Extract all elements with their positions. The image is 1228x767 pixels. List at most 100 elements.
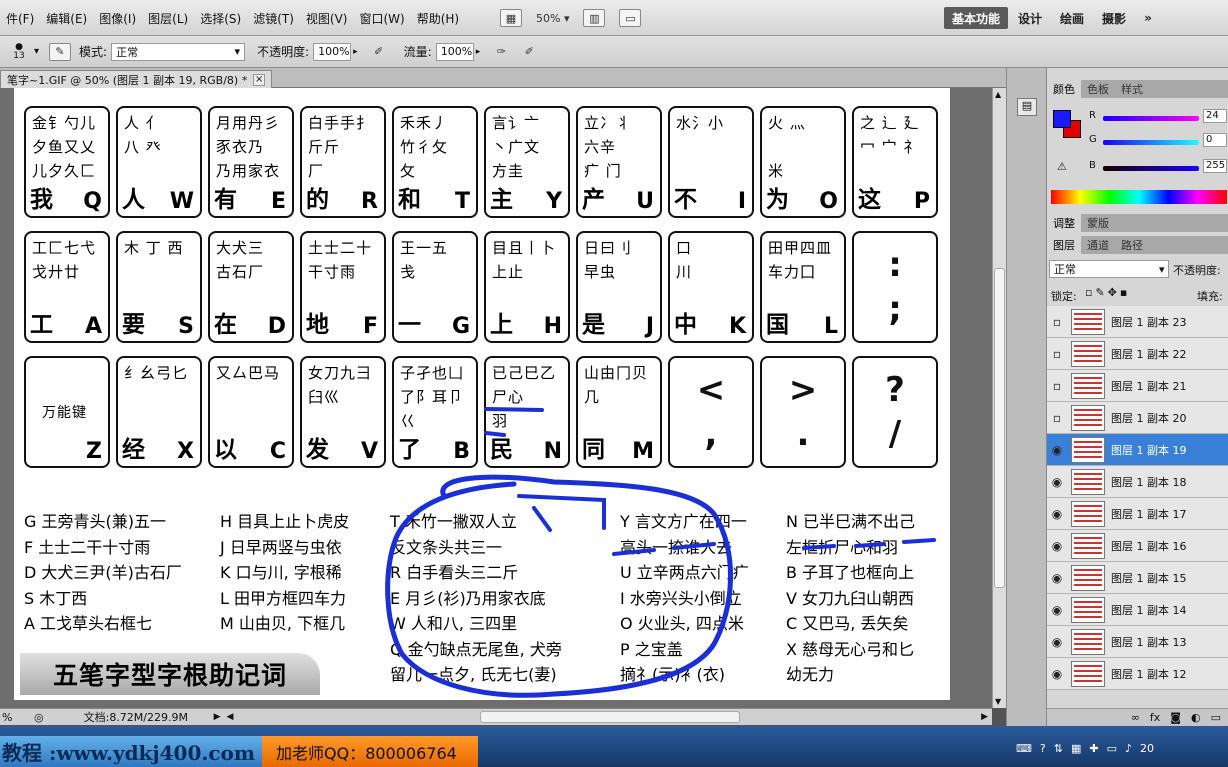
- workspace-more-button[interactable]: »: [1136, 7, 1160, 29]
- layer-row[interactable]: ▫ 图层 1 副本 23: [1047, 306, 1228, 338]
- gamut-warning-icon[interactable]: ⚠: [1057, 160, 1067, 173]
- close-icon[interactable]: ×: [253, 73, 266, 86]
- layer-row[interactable]: ▫ 图层 1 副本 22: [1047, 338, 1228, 370]
- g-input[interactable]: 0: [1203, 133, 1227, 147]
- lock-icons[interactable]: ▫✎✥▪: [1085, 286, 1130, 299]
- scroll-left-icon[interactable]: ◀: [227, 712, 234, 722]
- status-icon[interactable]: ◎: [34, 711, 44, 724]
- visibility-eye-icon[interactable]: ▫: [1047, 347, 1067, 361]
- tab-color[interactable]: 颜色: [1047, 80, 1081, 98]
- tab-masks[interactable]: 蒙版: [1081, 214, 1115, 232]
- tab-layers[interactable]: 图层: [1047, 236, 1081, 254]
- network-icon[interactable]: ⇅: [1054, 742, 1063, 755]
- workspace-essentials[interactable]: 基本功能: [944, 7, 1009, 29]
- vertical-scrollbar[interactable]: ▲ ▼: [992, 88, 1006, 708]
- menu-help[interactable]: 帮助(H): [411, 10, 465, 27]
- app-icon[interactable]: ▦: [1071, 742, 1081, 755]
- visibility-eye-icon[interactable]: ◉: [1047, 571, 1067, 585]
- status-zoom[interactable]: %: [2, 711, 28, 724]
- layer-row[interactable]: ◉ 图层 1 副本 17: [1047, 498, 1228, 530]
- document-canvas[interactable]: 金钅勺儿 夕鱼又乂 儿夕久匚我 Q 人 亻八 癶人 W 月用丹彡 豕衣乃 乃用家衣有 E 白手手扌斤…: [14, 88, 950, 700]
- visibility-eye-icon[interactable]: ◉: [1047, 507, 1067, 521]
- tab-adjustments[interactable]: 调整: [1047, 214, 1081, 232]
- pressure-opacity-icon[interactable]: ✐: [368, 43, 390, 61]
- g-slider[interactable]: [1103, 140, 1199, 145]
- chevron-down-icon[interactable]: ▾: [34, 46, 39, 57]
- add-icon[interactable]: ✚: [1089, 742, 1098, 755]
- layer-row[interactable]: ◉ 图层 1 副本 14: [1047, 594, 1228, 626]
- scroll-right-icon[interactable]: ▶: [981, 712, 988, 722]
- b-slider[interactable]: [1103, 166, 1199, 171]
- flow-slider-button[interactable]: ▸: [476, 47, 481, 57]
- arrange-icon[interactable]: ▥: [583, 9, 606, 27]
- tab-swatches[interactable]: 色板: [1081, 80, 1115, 98]
- color-spectrum-ramp[interactable]: [1051, 190, 1227, 204]
- layer-name: 图层 1 副本 18: [1111, 475, 1187, 489]
- menu-edit[interactable]: 编辑(E): [40, 10, 93, 27]
- blend-mode-select[interactable]: 正常 ▾: [1049, 260, 1169, 278]
- layer-row[interactable]: ◉ 图层 1 副本 12: [1047, 658, 1228, 690]
- menu-image[interactable]: 图像(I): [93, 10, 142, 27]
- document-tab[interactable]: 笔字~1.GIF @ 50% (图层 1 副本 19, RGB/8) * ×: [0, 70, 273, 88]
- layer-row[interactable]: ◉ 图层 1 副本 15: [1047, 562, 1228, 594]
- tab-styles[interactable]: 样式: [1115, 80, 1149, 98]
- layer-row[interactable]: ▫ 图层 1 副本 21: [1047, 370, 1228, 402]
- keyboard-icon[interactable]: ⌨: [1016, 742, 1032, 755]
- new-layer-icon[interactable]: ▭: [1211, 711, 1221, 724]
- visibility-eye-icon[interactable]: ◉: [1047, 603, 1067, 617]
- history-panel-icon[interactable]: ▤: [1017, 98, 1037, 116]
- speaker-icon[interactable]: ♪: [1125, 742, 1132, 755]
- mask-icon[interactable]: ◙: [1170, 711, 1181, 724]
- pressure-size-icon[interactable]: ✐: [518, 43, 540, 61]
- opacity-slider-button[interactable]: ▸: [353, 47, 358, 57]
- visibility-eye-icon[interactable]: ▫: [1047, 315, 1067, 329]
- link-icon[interactable]: ∞: [1131, 711, 1140, 724]
- visibility-eye-icon[interactable]: ▫: [1047, 379, 1067, 393]
- brush-panel-icon[interactable]: ✎: [49, 42, 72, 61]
- r-slider[interactable]: [1103, 116, 1199, 121]
- tab-channels[interactable]: 通道: [1081, 236, 1115, 254]
- menu-window[interactable]: 窗口(W): [353, 10, 410, 27]
- foreground-color-swatch[interactable]: [1053, 110, 1071, 128]
- adjustment-icon[interactable]: ◐: [1191, 711, 1201, 724]
- visibility-eye-icon[interactable]: ◉: [1047, 443, 1067, 457]
- b-input[interactable]: 255: [1203, 159, 1227, 173]
- scroll-down-icon[interactable]: ▼: [995, 697, 1001, 706]
- visibility-eye-icon[interactable]: ▫: [1047, 411, 1067, 425]
- workspace-painting[interactable]: 绘画: [1052, 7, 1092, 29]
- scroll-up-icon[interactable]: ▲: [995, 90, 1001, 99]
- menu-view[interactable]: 视图(V): [300, 10, 354, 27]
- visibility-eye-icon[interactable]: ◉: [1047, 667, 1067, 681]
- screen-mode-icon[interactable]: ▭: [619, 9, 642, 27]
- layer-row[interactable]: ◉ 图层 1 副本 18: [1047, 466, 1228, 498]
- workspace-design[interactable]: 设计: [1010, 7, 1050, 29]
- menu-file[interactable]: 件(F): [0, 10, 40, 27]
- status-menu-button[interactable]: ▶: [214, 712, 221, 722]
- display-icon[interactable]: ▭: [1107, 742, 1117, 755]
- fx-icon[interactable]: fx: [1150, 711, 1160, 724]
- vertical-scroll-thumb[interactable]: [994, 268, 1005, 588]
- zoom-select[interactable]: 50% ▾: [536, 12, 569, 25]
- brush-preset-picker[interactable]: ● 13: [8, 42, 30, 61]
- layer-row[interactable]: ◉ 图层 1 副本 13: [1047, 626, 1228, 658]
- visibility-eye-icon[interactable]: ◉: [1047, 539, 1067, 553]
- opacity-input[interactable]: 100%: [313, 42, 352, 61]
- layer-row[interactable]: ▫ 图层 1 副本 20: [1047, 402, 1228, 434]
- tab-paths[interactable]: 路径: [1115, 236, 1149, 254]
- r-input[interactable]: 24: [1203, 109, 1227, 123]
- visibility-eye-icon[interactable]: ◉: [1047, 635, 1067, 649]
- bridge-icon[interactable]: ▦: [500, 9, 522, 27]
- canvas-area[interactable]: 金钅勺儿 夕鱼又乂 儿夕久匚我 Q 人 亻八 癶人 W 月用丹彡 豕衣乃 乃用家衣有 E 白手手扌斤…: [0, 88, 992, 708]
- menu-filter[interactable]: 滤镜(T): [247, 10, 300, 27]
- layer-row[interactable]: ◉ 图层 1 副本 16: [1047, 530, 1228, 562]
- airbrush-icon[interactable]: ✑: [490, 43, 512, 61]
- menu-select[interactable]: 选择(S): [194, 10, 247, 27]
- workspace-photography[interactable]: 摄影: [1094, 7, 1134, 29]
- menu-layer[interactable]: 图层(L): [142, 10, 194, 27]
- layer-row[interactable]: ◉ 图层 1 副本 19: [1047, 434, 1228, 466]
- visibility-eye-icon[interactable]: ◉: [1047, 475, 1067, 489]
- help-icon[interactable]: ?: [1040, 742, 1046, 755]
- horizontal-scroll-thumb[interactable]: [480, 711, 740, 723]
- flow-input[interactable]: 100%: [435, 42, 474, 61]
- mode-select[interactable]: 正常 ▾: [111, 42, 246, 61]
